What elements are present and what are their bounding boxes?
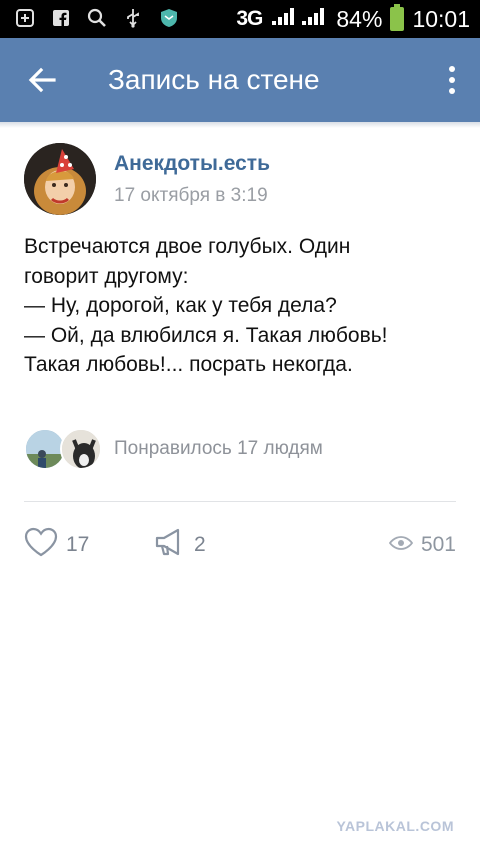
- author-name[interactable]: Анекдоты.есть: [114, 152, 270, 176]
- search-icon: [86, 7, 108, 29]
- facebook-icon: [50, 7, 72, 29]
- post-line: говорит другому:: [24, 264, 189, 288]
- likes-count: 17: [66, 533, 90, 556]
- network-indicator: 3G: [236, 7, 263, 30]
- signal-icon: [270, 5, 328, 33]
- toolbar: Запись на стене: [0, 38, 480, 122]
- page-title: Запись на стене: [108, 64, 320, 95]
- author-avatar[interactable]: [24, 143, 96, 215]
- heart-icon: [24, 527, 58, 563]
- toolbar-shadow: [0, 122, 480, 128]
- clock: 10:01: [412, 5, 470, 32]
- shield-icon: [158, 7, 180, 29]
- share-button[interactable]: 2: [154, 528, 206, 562]
- add-box-icon: [14, 7, 36, 29]
- arrow-back-icon[interactable]: [26, 64, 58, 96]
- post-date: 17 октября в 3:19: [114, 185, 268, 206]
- megaphone-icon: [154, 527, 186, 563]
- liked-by-text[interactable]: Понравилось 17 людям: [114, 438, 323, 460]
- status-indicators: 3G 84% 10:01: [236, 4, 470, 34]
- divider: [24, 501, 456, 502]
- like-button[interactable]: 17: [24, 527, 90, 563]
- post-text: Встречаются двое голубых. Один говорит д…: [24, 232, 464, 380]
- usb-icon: [122, 7, 144, 29]
- post-line: Такая любовь!... посрать некогда.: [24, 353, 353, 376]
- eye-icon: [388, 533, 414, 557]
- post-line: Встречаются двое голубых. Один: [24, 235, 351, 258]
- battery-percent: 84%: [336, 5, 383, 32]
- views-counter: 501: [388, 528, 456, 562]
- status-bar: 3G 84% 10:01: [0, 0, 480, 38]
- more-vert-icon[interactable]: [444, 64, 460, 96]
- shares-count: 2: [194, 533, 206, 556]
- battery-icon: [390, 4, 405, 31]
- post-line: — Ну, дорогой, как у тебя дела?: [24, 294, 337, 317]
- liker-avatar[interactable]: [60, 428, 102, 470]
- post-line: — Ой, да влюбился я. Такая любовь!: [24, 323, 388, 347]
- views-count: 501: [420, 533, 456, 556]
- notification-icons: [14, 7, 180, 29]
- watermark: YAPLAKAL.COM: [336, 818, 454, 834]
